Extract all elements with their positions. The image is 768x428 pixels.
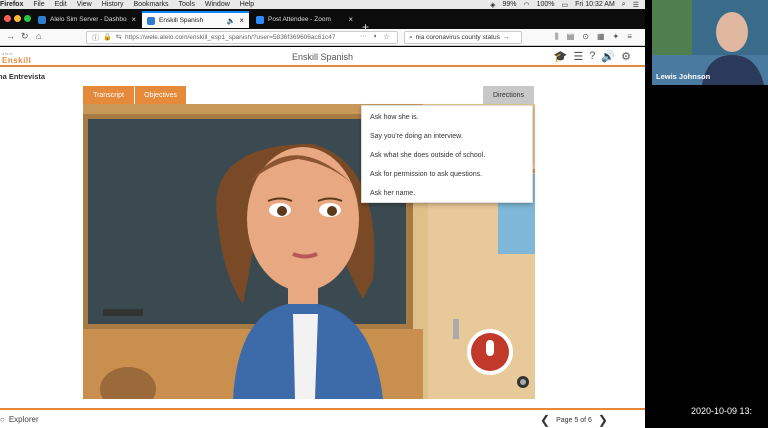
menu-bookmarks[interactable]: Bookmarks [134, 1, 169, 8]
previous-page-icon[interactable]: ❮ [540, 413, 550, 427]
menu-view[interactable]: View [77, 1, 92, 8]
settings-gear-icon[interactable]: ⚙ [621, 50, 631, 63]
page-indicator: Page 5 of 6 [556, 416, 592, 424]
graduation-cap-icon[interactable]: 🎓 [554, 50, 568, 63]
tab-alelo-dashboard[interactable]: Alelo Sim Server - Dashboard × [33, 11, 141, 28]
tab-close-icon[interactable]: × [131, 15, 136, 24]
browser-tab-bar: Alelo Sim Server - Dashboard × Enskill S… [0, 9, 645, 34]
search-bar[interactable]: ⌕ nia coronavirus county status → [404, 31, 522, 44]
bookmark-star-icon[interactable]: ☆ [383, 33, 389, 41]
tab-close-icon[interactable]: × [239, 16, 244, 25]
page-title: na Entrevista [0, 72, 46, 81]
permissions-icon[interactable]: ⇆ [116, 33, 122, 43]
window-close-icon[interactable] [4, 15, 11, 22]
hamburger-menu-icon[interactable]: ≡ [627, 32, 632, 42]
url-bar-icons: ⓘ 🔒 ⇆ [92, 33, 122, 43]
menu-help[interactable]: Help [240, 1, 254, 8]
battery-level: 99% [502, 1, 517, 8]
search-icon: ⌕ [409, 33, 413, 41]
zoom-level-readout: 100% [536, 1, 555, 8]
tab-label: Post Attendee - Zoom [268, 16, 331, 23]
app-footer: ○ Explorer ❮ Page 5 of 6 ❯ [0, 408, 645, 428]
home-icon[interactable]: ⌂ [36, 31, 41, 41]
explorer-label: Explorer [8, 415, 39, 424]
zoom-panel: Lewis Johnson 2020-10-09 13: [652, 0, 768, 428]
menu-app-name[interactable]: Firefox [0, 1, 23, 8]
app-header-icons: 🎓 ☰ ? 🔊 ⚙ [554, 50, 631, 63]
menubar-clock[interactable]: Fri 10:32 AM [575, 1, 615, 8]
control-center-icon[interactable]: ☰ [633, 1, 639, 9]
direction-item[interactable]: Ask how she is. [362, 112, 532, 131]
extension-icon[interactable]: ✦ [613, 32, 620, 42]
wifi-icon[interactable]: ◠ [523, 1, 529, 9]
pagination: ❮ Page 5 of 6 ❯ [540, 413, 608, 427]
reader-icon[interactable]: ▦ [597, 32, 605, 42]
zoom-favicon-icon [256, 15, 264, 24]
page-action-icons: ··· ◗ ☆ [360, 33, 390, 41]
objectives-button[interactable]: Objectives [135, 86, 186, 104]
explorer-button[interactable]: ○ Explorer [0, 415, 39, 424]
tab-label: Alelo Sim Server - Dashboard [50, 16, 127, 23]
menu-window[interactable]: Window [205, 1, 230, 8]
microphone-button[interactable] [468, 330, 512, 374]
help-icon[interactable]: ? [589, 50, 595, 63]
toolbar-icons: ⫼ ▤ ⊙ ▦ ✦ ≡ [555, 32, 632, 42]
direction-item[interactable]: Say you're doing an interview. [362, 131, 532, 150]
app-header: alelo Enskill Enskill Spanish 🎓 ☰ ? 🔊 ⚙ [0, 47, 645, 67]
search-input[interactable]: nia coronavirus county status [416, 34, 500, 41]
direction-item[interactable]: Ask for permission to ask questions. [362, 169, 532, 188]
battery-icon[interactable]: ▭ [561, 1, 568, 9]
direction-item[interactable]: Ask what she does outside of school. [362, 150, 532, 169]
menubar-status-area: ◈ 99% ◠ 100% ▭ Fri 10:32 AM ⌕ ☰ [490, 1, 645, 9]
tab-zoom[interactable]: Post Attendee - Zoom × [251, 11, 358, 28]
volume-icon[interactable]: 🔊 [601, 50, 615, 63]
back-arrow-icon[interactable]: → [6, 31, 15, 41]
transcript-button[interactable]: Transcript [83, 86, 134, 104]
record-indicator-icon[interactable] [516, 375, 530, 389]
reload-icon[interactable]: ↻ [21, 31, 29, 42]
alelo-favicon-icon [147, 16, 155, 25]
speaker-icon[interactable]: 🔈 [227, 17, 236, 25]
library-icon[interactable]: ⫼ [555, 32, 559, 42]
app-title: Enskill Spanish [291, 52, 354, 62]
tab-label: Enskill Spanish [159, 17, 204, 24]
search-go-arrow-icon[interactable]: → [503, 34, 510, 41]
recording-timestamp: 2020-10-09 13: [691, 406, 753, 416]
window-minimize-icon[interactable] [14, 15, 21, 22]
list-icon[interactable]: ☰ [573, 50, 583, 63]
participant-name: Lewis Johnson [656, 72, 711, 81]
alelo-favicon-icon [38, 15, 46, 24]
enskill-app-page: alelo Enskill Enskill Spanish 🎓 ☰ ? 🔊 ⚙ … [0, 47, 645, 428]
screenshot-icon[interactable]: ⊙ [582, 32, 589, 42]
browser-nav-bar: → ↻ ⌂ https://wele.alelo.com/enskill_esp… [0, 29, 645, 46]
participant-video[interactable]: Lewis Johnson [652, 0, 768, 85]
direction-item[interactable]: Ask her name. [362, 188, 532, 207]
info-icon[interactable]: ⓘ [92, 33, 99, 43]
spotlight-icon[interactable]: ⌕ [622, 1, 626, 9]
directions-button[interactable]: Directions [483, 86, 534, 104]
sidebar-icon[interactable]: ▤ [567, 32, 575, 42]
window-zoom-icon[interactable] [24, 15, 31, 22]
macos-menubar: Firefox File Edit View History Bookmarks… [0, 0, 645, 9]
lock-icon[interactable]: 🔒 [103, 33, 112, 43]
explorer-circle-icon: ○ [0, 415, 5, 424]
directions-dropdown: Ask how she is. Say you're doing an inte… [361, 105, 533, 203]
more-actions-icon[interactable]: ··· [360, 33, 367, 41]
tab-close-icon[interactable]: × [348, 15, 353, 24]
pocket-icon[interactable]: ◗ [373, 33, 377, 41]
next-page-icon[interactable]: ❯ [598, 413, 608, 427]
menu-edit[interactable]: Edit [55, 1, 67, 8]
tab-enskill-spanish[interactable]: Enskill Spanish 🔈 × [142, 11, 249, 28]
menu-tools[interactable]: Tools [179, 1, 195, 8]
menu-file[interactable]: File [33, 1, 44, 8]
menu-history[interactable]: History [102, 1, 124, 8]
url-bar[interactable]: https://wele.alelo.com/enskill_esp1_span… [86, 31, 398, 44]
url-text[interactable]: https://wele.alelo.com/enskill_esp1_span… [125, 34, 336, 41]
dropbox-icon[interactable]: ◈ [490, 1, 495, 9]
